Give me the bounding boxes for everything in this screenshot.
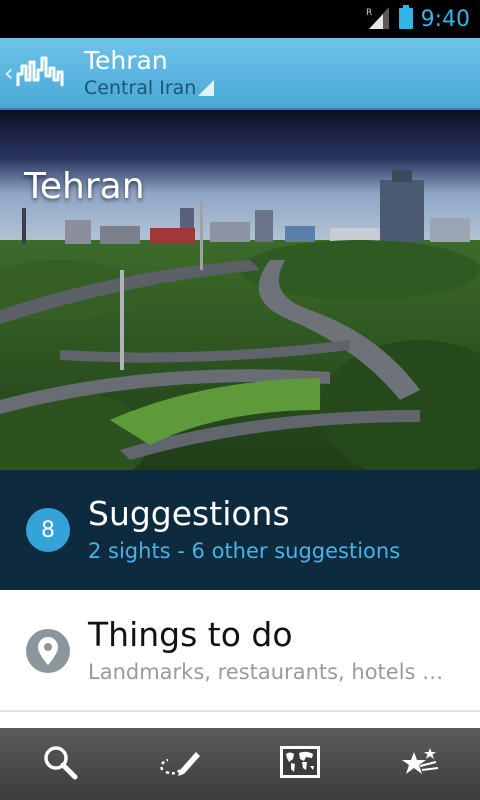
- bottom-navigation-bar: [0, 728, 480, 800]
- suggestions-text: Suggestions 2 sights - 6 other suggestio…: [88, 493, 400, 567]
- svg-text:R: R: [366, 8, 372, 18]
- suggestions-subtitle: 2 sights - 6 other suggestions: [88, 539, 401, 563]
- battery-icon: [398, 5, 413, 33]
- action-bar: ‹ Tehran Central Iran: [0, 38, 480, 110]
- hero-title: Tehran: [24, 166, 145, 207]
- things-to-do-row[interactable]: Things to do Landmarks, restaurants, hot…: [0, 592, 480, 712]
- favorites-button[interactable]: [380, 728, 460, 800]
- status-bar: R 9:40: [0, 0, 480, 38]
- status-time: 9:40: [420, 6, 470, 32]
- search-button[interactable]: [20, 728, 100, 800]
- hero-image: Tehran: [0, 110, 480, 470]
- things-to-do-title: Things to do: [88, 615, 293, 654]
- up-navigation-button[interactable]: ‹: [0, 38, 84, 108]
- world-map-icon: [278, 744, 322, 784]
- search-icon: [42, 744, 78, 784]
- favorite-stars-icon: [400, 746, 440, 782]
- itinerary-button[interactable]: [140, 728, 220, 800]
- suggestions-count-badge: 8: [26, 508, 70, 552]
- city-skyline-icon: [16, 54, 64, 92]
- location-title-group[interactable]: Tehran Central Iran: [84, 46, 215, 100]
- roaming-signal-icon: R: [365, 5, 391, 33]
- things-to-do-subtitle: Landmarks, restaurants, hotels …: [88, 660, 444, 684]
- page-title: Tehran: [84, 46, 168, 75]
- region-subtitle: Central Iran: [84, 77, 197, 99]
- chevron-left-icon: ‹: [4, 59, 14, 87]
- map-pin-icon: [26, 629, 70, 673]
- itinerary-pencil-icon: [158, 746, 202, 782]
- city-panorama-image: [0, 110, 480, 470]
- suggestions-row[interactable]: 8 Suggestions 2 sights - 6 other suggest…: [0, 470, 480, 590]
- spinner-arrow-icon: [198, 80, 215, 96]
- region-spinner[interactable]: Central Iran: [84, 76, 215, 100]
- map-button[interactable]: [260, 728, 340, 800]
- things-to-do-text: Things to do Landmarks, restaurants, hot…: [88, 614, 448, 688]
- suggestions-title: Suggestions: [88, 494, 290, 533]
